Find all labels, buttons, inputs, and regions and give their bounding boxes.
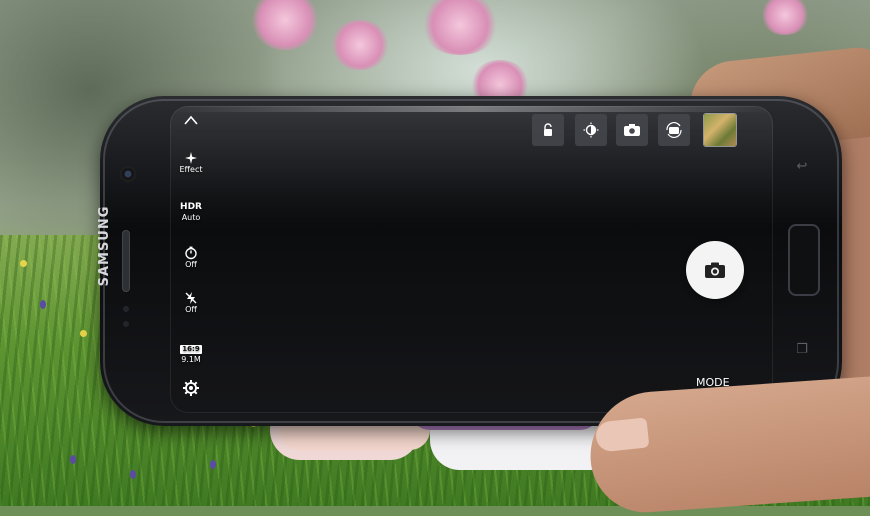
flash-button[interactable]: Off	[170, 291, 212, 315]
camera-switch-button[interactable]	[616, 114, 648, 146]
timer-icon	[185, 246, 197, 260]
megapixel-value: 9.1M	[181, 355, 201, 364]
proximity-sensor	[123, 306, 129, 312]
wildflower	[130, 470, 136, 479]
wildflower	[20, 260, 27, 267]
hdr-title: HDR	[180, 202, 202, 212]
hdr-value: Auto	[181, 213, 201, 222]
blossom-cluster	[330, 20, 390, 70]
rotate-camera-button[interactable]	[658, 114, 690, 146]
wildflower	[80, 330, 87, 337]
camera-settings-bar: Effect HDR Auto Off Off 16:9 9.1M	[170, 106, 212, 413]
timer-value: Off	[185, 260, 197, 269]
camera-icon	[705, 262, 725, 278]
camera-switch-icon	[624, 124, 640, 136]
chevron-up-icon	[184, 115, 198, 125]
thumb-nail	[594, 417, 650, 453]
smartphone: SAMSUNG ↩ ❐ Effect HDR Auto Off Off 16:9…	[97, 96, 842, 426]
screen-glare	[170, 106, 773, 112]
lock-icon	[544, 123, 552, 136]
effect-label: Effect	[179, 165, 203, 174]
flash-value: Off	[185, 305, 197, 314]
picture-size-button[interactable]: 16:9 9.1M	[170, 336, 212, 365]
gallery-thumbnail[interactable]	[704, 114, 736, 146]
shutter-button[interactable]	[686, 241, 744, 299]
gear-icon	[183, 380, 199, 396]
lock-button[interactable]	[532, 114, 564, 146]
recent-apps-icon[interactable]: ❐	[793, 341, 811, 359]
brand-logo: SAMSUNG	[97, 205, 112, 287]
wildflower	[70, 455, 76, 464]
effect-sparkle-icon	[185, 152, 197, 164]
earpiece-speaker	[122, 230, 130, 292]
aspect-ratio-badge: 16:9	[180, 345, 202, 354]
light-sensor	[123, 321, 129, 327]
hdr-button[interactable]: HDR Auto	[170, 202, 212, 223]
rotate-camera-icon	[666, 122, 682, 138]
back-key-icon[interactable]: ↩	[793, 158, 811, 176]
camera-viewfinder[interactable]: Effect HDR Auto Off Off 16:9 9.1M MODE	[170, 106, 773, 413]
wildflower	[210, 460, 216, 469]
effect-button[interactable]: Effect	[170, 151, 212, 175]
timer-button[interactable]: Off	[170, 246, 212, 270]
brightness-button[interactable]	[575, 114, 607, 146]
settings-button[interactable]	[170, 379, 212, 397]
home-button[interactable]	[788, 224, 820, 296]
brightness-icon	[583, 122, 599, 138]
front-camera	[120, 166, 136, 182]
collapse-settings-button[interactable]	[170, 114, 212, 126]
wildflower	[40, 300, 46, 309]
flash-off-icon	[185, 292, 197, 304]
